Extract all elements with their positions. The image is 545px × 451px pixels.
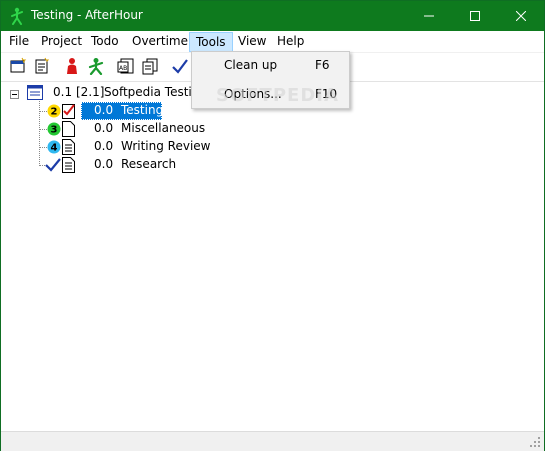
row-value: 0.0 bbox=[94, 121, 114, 135]
row-label: Writing Review bbox=[121, 139, 211, 153]
menu-file[interactable]: File bbox=[3, 31, 35, 52]
tree-row-miscellaneous[interactable]: 3 0.0 Miscellaneous bbox=[1, 120, 544, 138]
menu-todo[interactable]: Todo bbox=[85, 31, 125, 52]
priority-3-icon: 3 bbox=[47, 122, 61, 139]
app-logo-icon bbox=[9, 7, 25, 25]
svg-text:4: 4 bbox=[51, 143, 58, 154]
priority-2-icon: 2 bbox=[47, 104, 61, 121]
row-value: 0.0 bbox=[94, 139, 114, 153]
svg-text:3: 3 bbox=[51, 125, 58, 136]
maximize-button[interactable] bbox=[452, 1, 498, 31]
tree-row-research[interactable]: 0.0 Research bbox=[1, 156, 544, 174]
resize-grip-icon[interactable] bbox=[529, 436, 541, 448]
svg-text:AB: AB bbox=[119, 65, 127, 72]
minimize-icon bbox=[424, 15, 434, 17]
checkmark-icon[interactable] bbox=[171, 57, 191, 77]
menu-project[interactable]: Project bbox=[35, 31, 88, 52]
title-bar[interactable]: Testing - AfterHour bbox=[1, 1, 544, 31]
root-total: [2.1] bbox=[76, 85, 105, 99]
menu-item-shortcut: F6 bbox=[315, 58, 330, 72]
row-label: Miscellaneous bbox=[121, 121, 206, 135]
project-icon bbox=[27, 85, 43, 103]
new-window-icon[interactable] bbox=[9, 57, 29, 77]
tree-row-writing-review[interactable]: 4 0.0 Writing Review bbox=[1, 138, 544, 156]
copy-icon[interactable] bbox=[141, 57, 161, 77]
svg-text:2: 2 bbox=[51, 107, 58, 118]
window-title: Testing - AfterHour bbox=[31, 8, 143, 22]
green-person-icon[interactable] bbox=[87, 57, 107, 77]
red-person-icon[interactable] bbox=[63, 57, 83, 77]
status-bar bbox=[1, 431, 544, 451]
menu-tools[interactable]: Tools bbox=[189, 32, 233, 52]
abc-sort-icon[interactable]: AB bbox=[117, 57, 137, 77]
menu-item-clean-up[interactable]: Clean up F6 bbox=[194, 54, 347, 76]
done-checkmark-icon bbox=[45, 158, 61, 175]
app-window: Testing - AfterHour File Project Todo Ov… bbox=[0, 0, 545, 451]
properties-icon[interactable] bbox=[33, 57, 53, 77]
row-value: 0.0 bbox=[94, 157, 114, 171]
minimize-button[interactable] bbox=[406, 1, 452, 31]
watermark: SOFTPEDIA bbox=[216, 85, 339, 106]
priority-4-icon: 4 bbox=[47, 140, 61, 157]
root-value: 0.1 bbox=[53, 85, 73, 99]
menu-bar: File Project Todo Overtime Tools View He… bbox=[1, 31, 544, 53]
menu-view[interactable]: View bbox=[232, 31, 272, 52]
menu-item-label: Clean up bbox=[224, 58, 278, 72]
project-tree[interactable]: 0.1 [2.1] Softpedia Testing 2 0.0 Testin… bbox=[1, 81, 544, 432]
maximize-icon bbox=[470, 11, 480, 21]
menu-help[interactable]: Help bbox=[271, 31, 310, 52]
row-value: 0.0 bbox=[94, 103, 114, 117]
row-label: Research bbox=[121, 157, 177, 171]
text-document-icon bbox=[62, 157, 75, 176]
menu-overtime[interactable]: Overtime bbox=[126, 31, 194, 52]
close-icon bbox=[516, 11, 526, 21]
close-button[interactable] bbox=[498, 1, 544, 31]
row-label: Testing bbox=[121, 103, 164, 117]
collapse-icon[interactable] bbox=[10, 88, 19, 102]
